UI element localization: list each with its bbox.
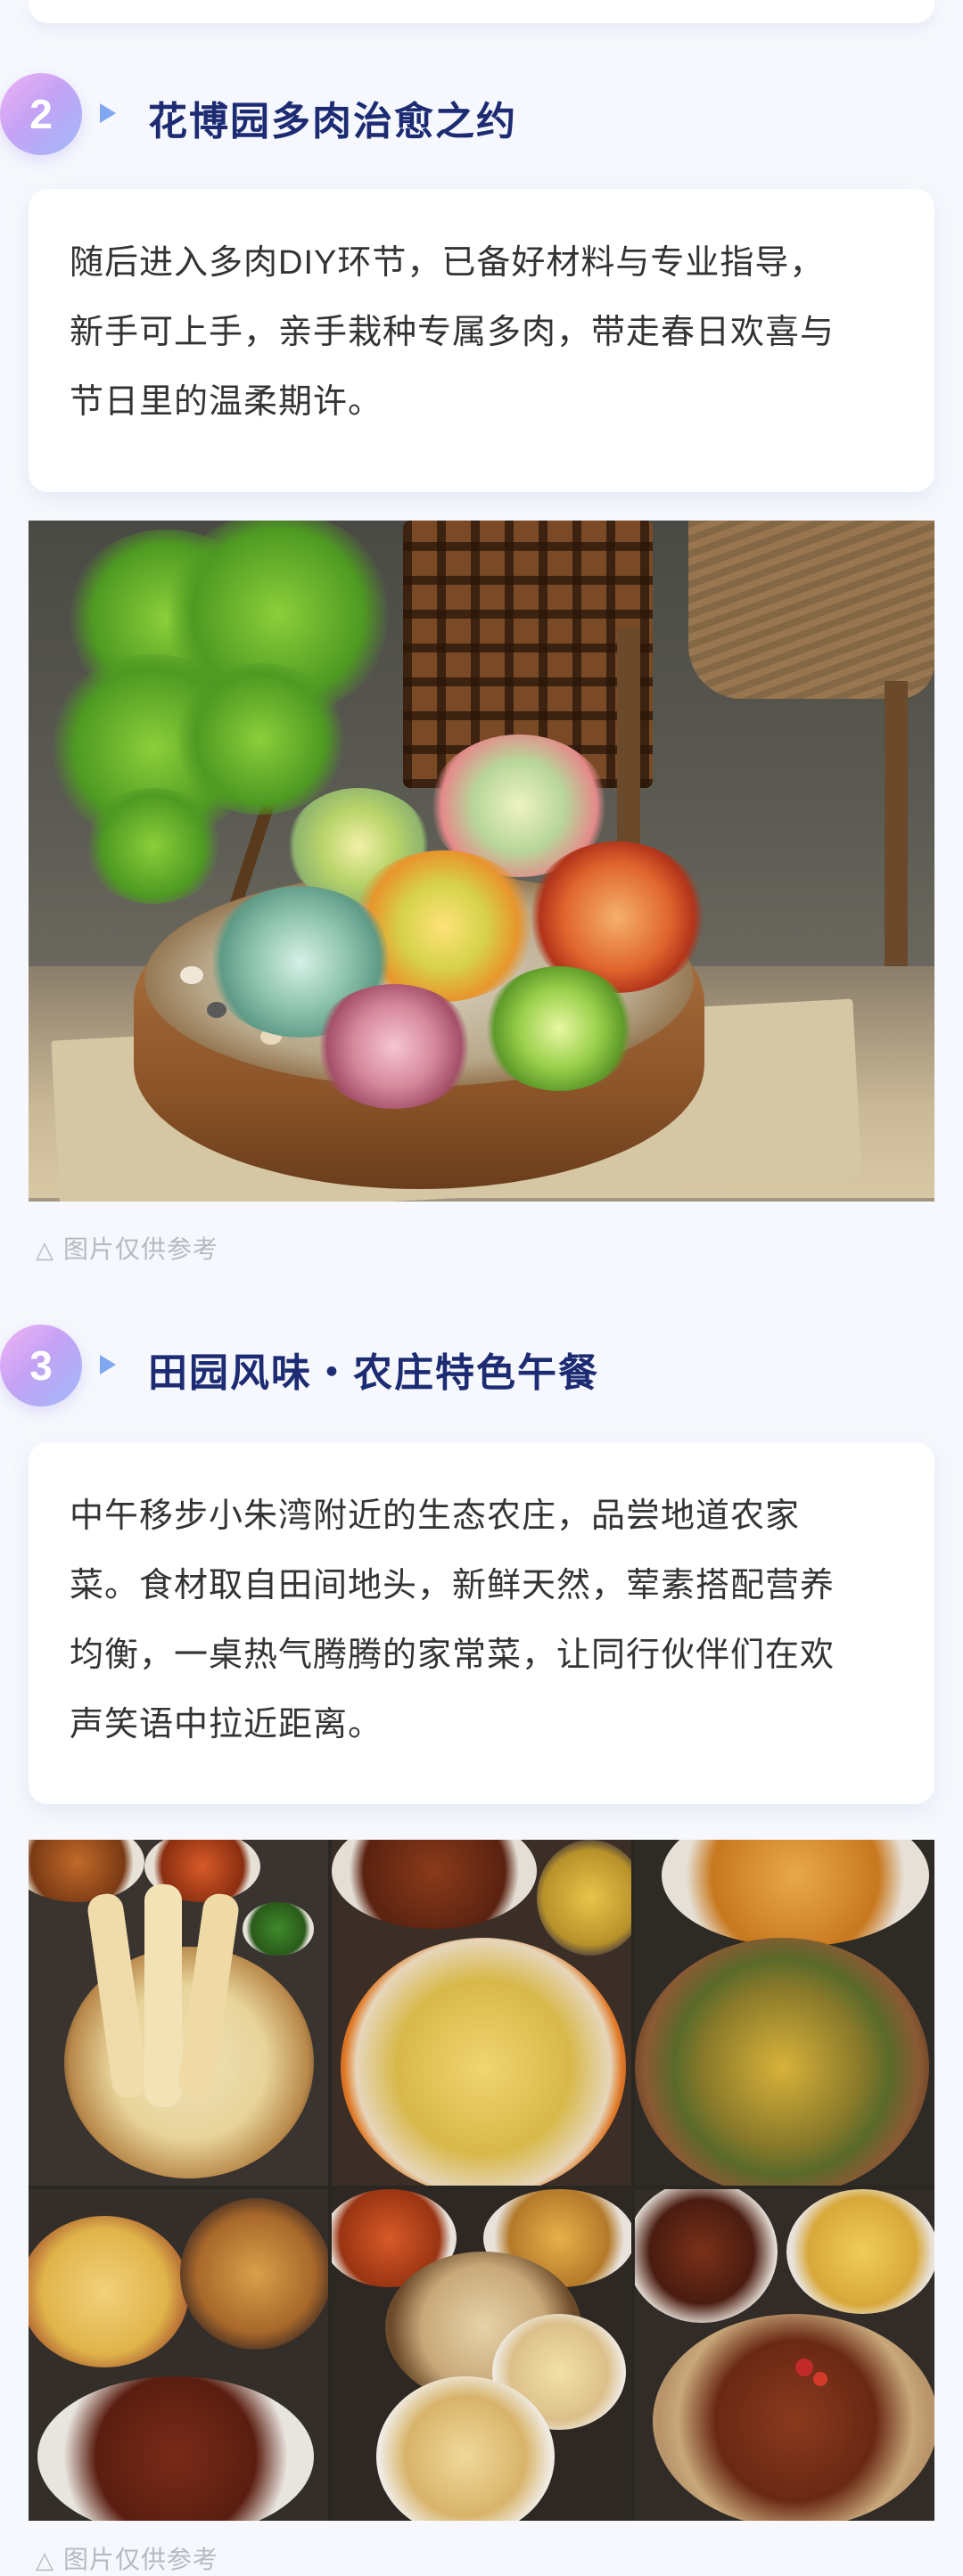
article-page: 2 花博园多肉治愈之约 随后进入多肉DIY环节，已备好材料与专业指导， 新手可上… [0, 0, 963, 2573]
warning-triangle-outline-icon: △ [36, 1236, 54, 1263]
paragraph-line: 随后进入多肉DIY环节，已备好材料与专业指导， [70, 244, 825, 282]
paragraph-line: 节日里的温柔期许。 [70, 383, 383, 421]
section-title: 田园风味・农庄特色午餐 [148, 1351, 599, 1395]
section-number-badge: 2 [0, 73, 82, 155]
paragraph-line: 均衡，一桌热气腾腾的家常菜，让同行伙伴们在欢 [70, 1637, 835, 1674]
paragraph-line: 菜。食材取自田间地头，新鲜天然，荤素搭配营养 [70, 1567, 835, 1604]
section-2-header: 2 花博园多肉治愈之约 [0, 70, 963, 159]
paragraph-line: 中午移步小朱湾附近的生态农庄，品尝地道农家 [70, 1497, 801, 1535]
succulent-pot-photo[interactable] [29, 521, 934, 1202]
section-2-text-card: 随后进入多肉DIY环节，已备好材料与专业指导， 新手可上手，亲手栽种专属多肉，带… [29, 189, 934, 492]
caption-text: 图片仅供参考 [63, 2546, 219, 2573]
image-caption: △ 图片仅供参考 [36, 1230, 218, 1266]
warning-triangle-outline-icon: △ [36, 2547, 54, 2573]
paragraph-line: 声笑语中拉近距离。 [70, 1706, 383, 1743]
image-caption: △ 图片仅供参考 [36, 2540, 218, 2576]
farm-lunch-dishes-photo[interactable] [29, 1840, 934, 2521]
caption-text: 图片仅供参考 [63, 1235, 219, 1263]
section-title: 花博园多肉治愈之约 [148, 100, 517, 144]
paragraph-line: 新手可上手，亲手栽种专属多肉，带走春日欢喜与 [70, 314, 835, 351]
section-number-badge: 3 [0, 1325, 82, 1407]
previous-card-bottom-edge [29, 0, 934, 23]
play-triangle-icon [100, 103, 116, 123]
section-3-text-card: 中午移步小朱湾附近的生态农庄，品尝地道农家 菜。食材取自田间地头，新鲜天然，荤素… [29, 1442, 934, 1804]
section-3-header: 3 田园风味・农庄特色午餐 [0, 1321, 963, 1410]
play-triangle-icon [100, 1355, 116, 1374]
